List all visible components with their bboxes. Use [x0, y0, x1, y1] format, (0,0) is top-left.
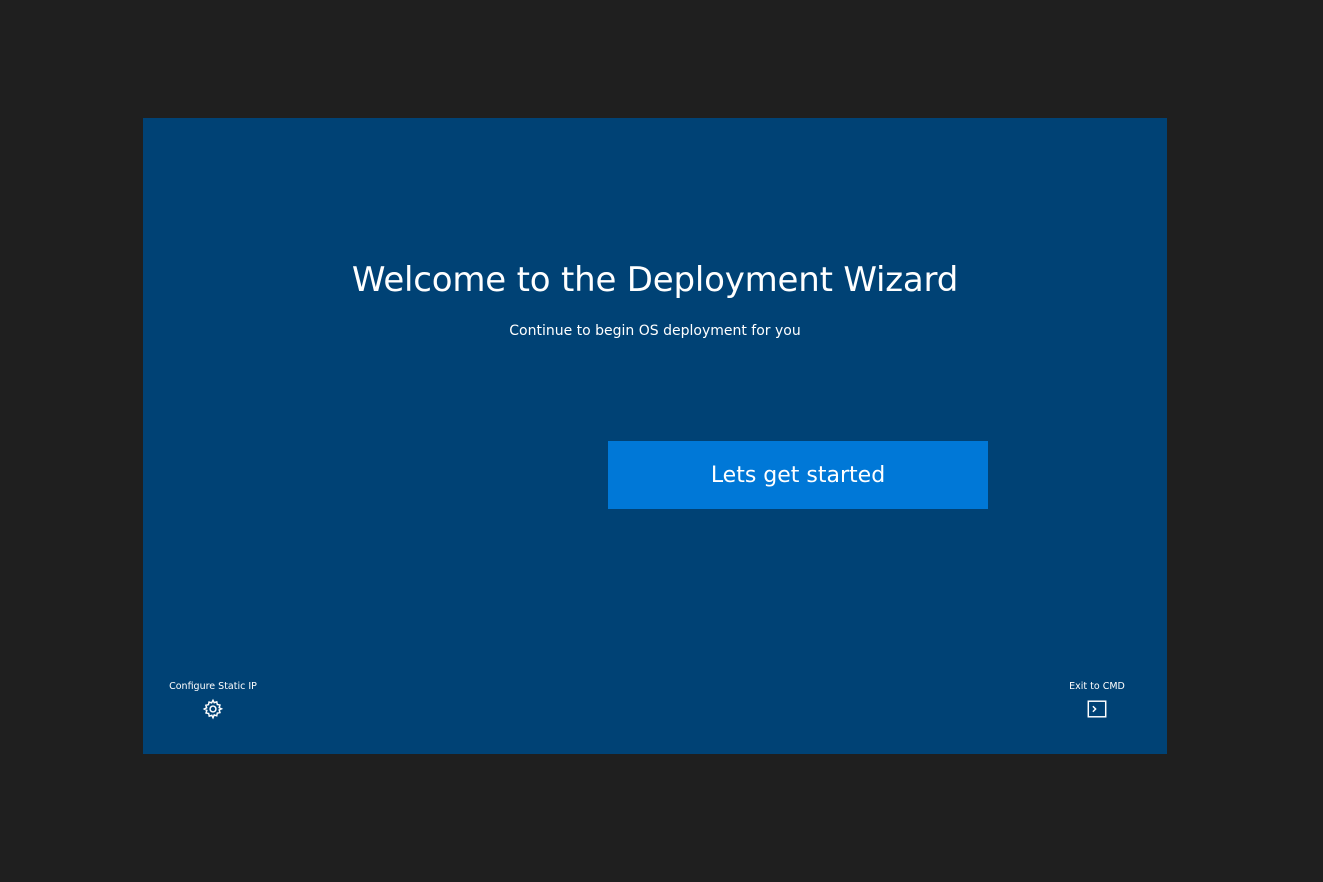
screen-backdrop: Welcome to the Deployment Wizard Continu…: [0, 0, 1323, 882]
wizard-subtitle: Continue to begin OS deployment for you: [509, 323, 801, 339]
terminal-icon[interactable]: [1086, 698, 1108, 720]
configure-static-ip-label: Configure Static IP: [169, 681, 257, 692]
wizard-title: Welcome to the Deployment Wizard: [351, 260, 959, 300]
gear-icon[interactable]: [202, 698, 224, 720]
lets-get-started-button[interactable]: Lets get started: [608, 441, 988, 509]
deployment-wizard-panel: Welcome to the Deployment Wizard Continu…: [143, 118, 1167, 754]
exit-to-cmd-label: Exit to CMD: [1069, 681, 1125, 692]
configure-static-ip-button[interactable]: Configure Static IP: [168, 680, 258, 720]
exit-to-cmd-button[interactable]: Exit to CMD: [1057, 680, 1137, 720]
